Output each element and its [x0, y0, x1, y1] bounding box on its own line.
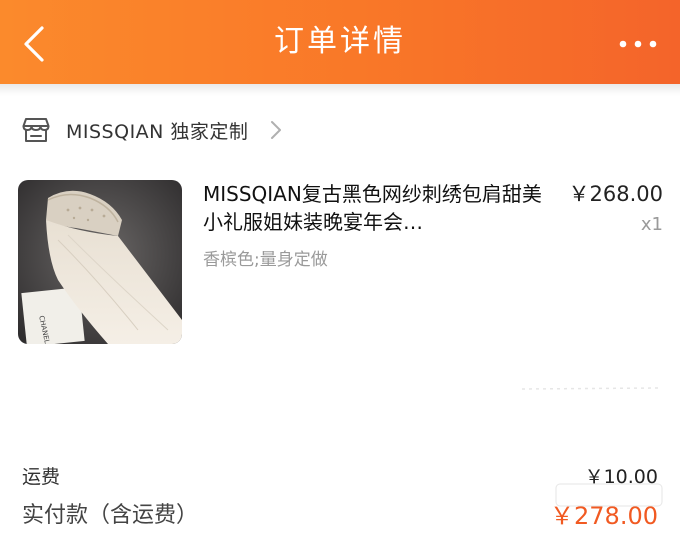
dress-product-image[interactable]: CHANEL: [18, 180, 182, 344]
header-shadow: [0, 84, 680, 96]
top-navigation-bar: 订单详情: [0, 0, 680, 84]
product-sku: 香槟色;量身定做: [203, 250, 328, 270]
freight-value: ￥10.00: [584, 466, 658, 488]
total-paid-value: ￥278.00: [550, 502, 658, 530]
page-title: 订单详情: [274, 24, 406, 59]
store-icon: [22, 117, 50, 143]
chevron-left-icon: [24, 26, 44, 62]
shop-link[interactable]: MISSQIAN 独家定制: [22, 110, 284, 150]
divider: [520, 379, 660, 397]
back-button[interactable]: [14, 22, 58, 66]
shop-name: MISSQIAN 独家定制: [66, 120, 249, 143]
more-options-button[interactable]: [618, 36, 658, 50]
freight-label: 运费: [22, 466, 61, 488]
product-title: MISSQIAN复古黑色网纱刺绣包肩甜美小礼服姐妹装晚宴年会…: [203, 182, 542, 234]
product-price: ￥268.00: [568, 182, 663, 206]
more-dots-icon: [619, 40, 657, 48]
order-item[interactable]: CHANEL MISSQIAN复古黑色网纱刺绣包肩甜美小礼服姐妹装晚宴年会… 香…: [18, 180, 663, 345]
total-paid-label: 实付款（含运费）: [22, 503, 199, 528]
chevron-right-icon: [268, 119, 284, 141]
product-quantity: x1: [640, 214, 663, 235]
